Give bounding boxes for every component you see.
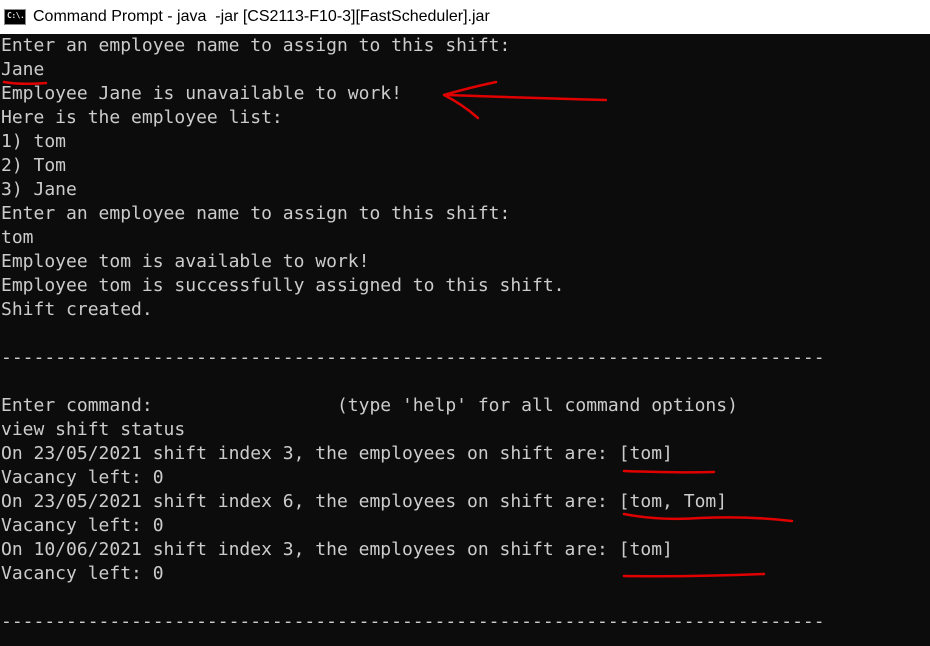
console-line: tom (1, 227, 34, 248)
cmd-icon-text: C:\. (7, 11, 25, 20)
window-title: Command Prompt - java -jar [CS2113-F10-3… (33, 8, 490, 25)
shift-status-line: On 10/06/2021 shift index 3, the employe… (1, 539, 673, 560)
console-line: 1) tom (1, 131, 67, 152)
console-line: Employee tom is successfully assigned to… (1, 275, 565, 296)
console-line: 2) Tom (1, 155, 67, 176)
vacancy-line: Vacancy left: 0 (1, 515, 164, 536)
user-command-line: view shift status (1, 419, 186, 440)
separator-line: ----------------------------------------… (1, 611, 825, 632)
console-line: Here is the employee list: (1, 107, 283, 128)
console-line: Enter an employee name to assign to this… (1, 203, 511, 224)
command-prompt-line: Enter command: (type 'help' for all comm… (1, 395, 738, 416)
vacancy-line: Vacancy left: 0 (1, 467, 164, 488)
shift-status-line: On 23/05/2021 shift index 3, the employe… (1, 443, 673, 464)
title-bar[interactable]: C:\. Command Prompt - java -jar [CS2113-… (0, 0, 930, 34)
console-line: Jane (1, 59, 45, 80)
console-line: Shift created. (1, 299, 153, 320)
shift-status-line: On 23/05/2021 shift index 6, the employe… (1, 491, 728, 512)
console-line: 3) Jane (1, 179, 77, 200)
vacancy-line: Vacancy left: 0 (1, 563, 164, 584)
console-line: Employee tom is available to work! (1, 251, 370, 272)
console-line: Employee Jane is unavailable to work! (1, 83, 402, 104)
cmd-icon: C:\. (4, 9, 26, 25)
console-output[interactable]: Enter an employee name to assign to this… (0, 34, 930, 646)
console-line: Enter an employee name to assign to this… (1, 35, 511, 56)
separator-line: ----------------------------------------… (1, 347, 825, 368)
